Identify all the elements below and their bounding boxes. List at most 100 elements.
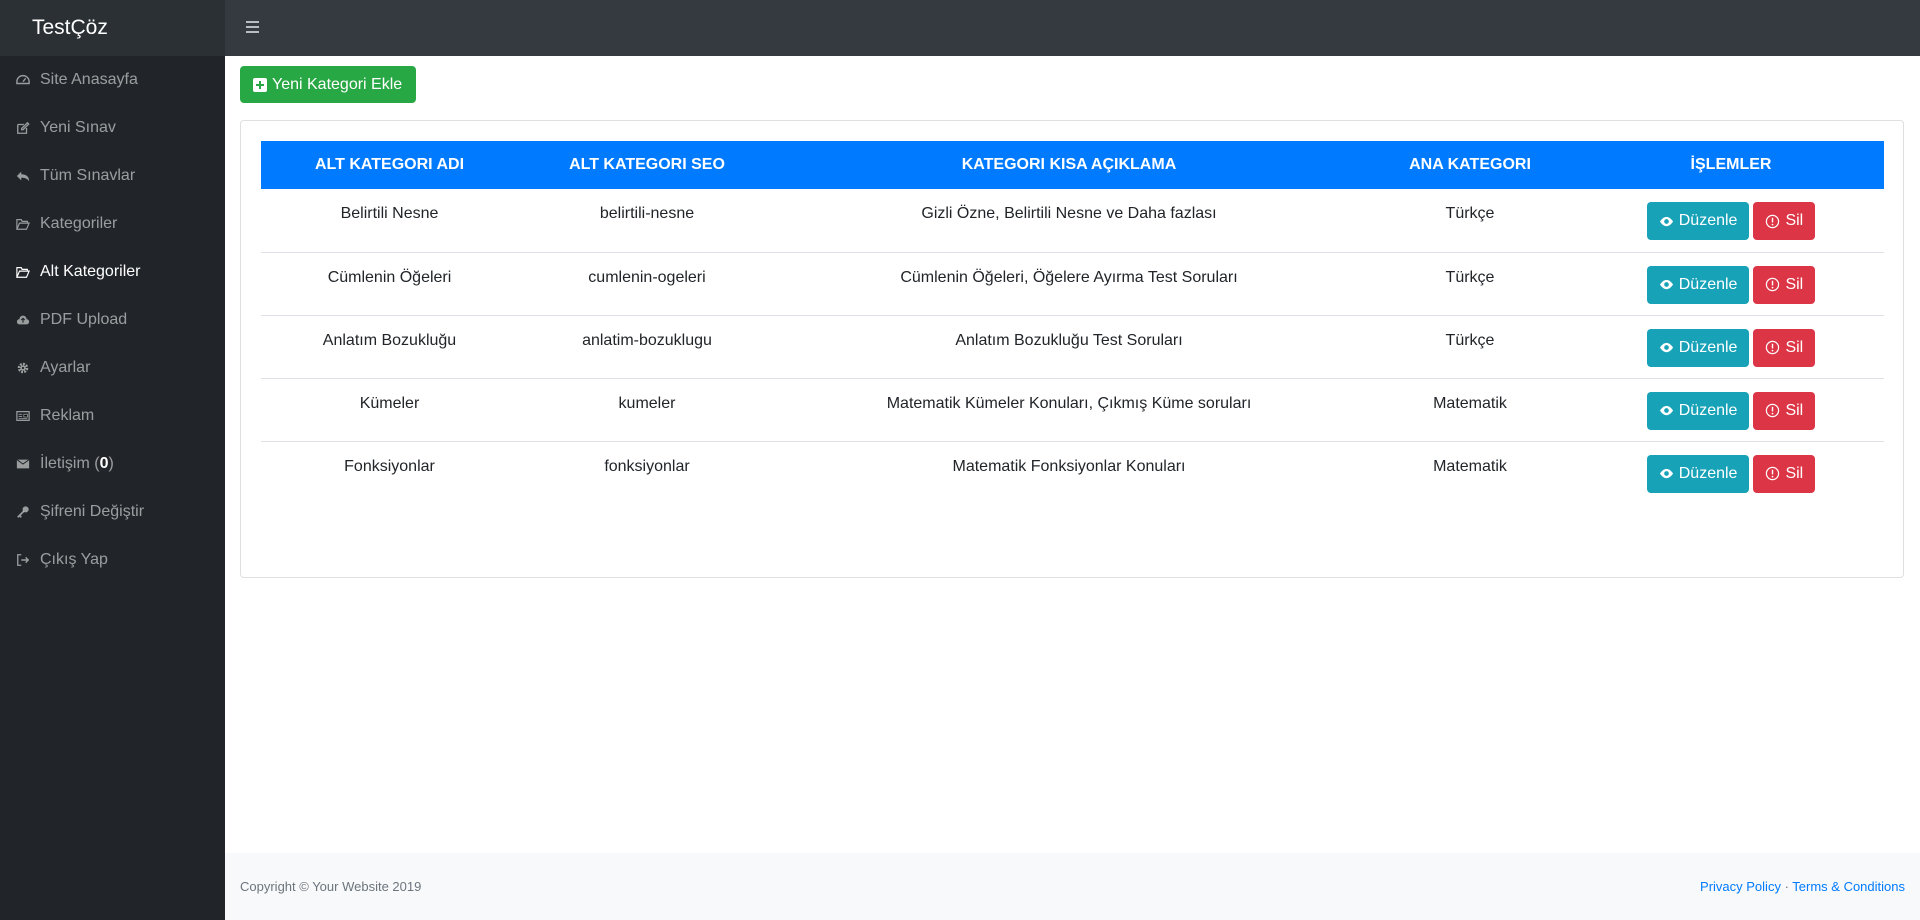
hamburger-icon (246, 21, 259, 23)
key-icon (15, 504, 31, 520)
copyright-text: Copyright © Your Website 2019 (240, 879, 422, 894)
sidebar-item-label: İletişim ( (40, 455, 100, 472)
delete-label: Sil (1785, 338, 1804, 356)
subcategory-table: ALT KATEGORI ADI ALT KATEGORI SEO KATEGO… (261, 141, 1884, 504)
subcategory-name: Cümlenin Öğeleri (327, 268, 452, 286)
delete-label: Sil (1785, 275, 1804, 293)
dashboard-icon (15, 72, 31, 88)
edit-button[interactable]: Düzenle (1646, 328, 1750, 367)
newspaper-icon (15, 408, 31, 424)
row-actions: Düzenle Sil (1578, 252, 1884, 315)
sidebar-item-label: Yeni Sınav (40, 119, 116, 136)
eye-icon (1659, 468, 1673, 479)
subcategory-name: Fonksiyonlar (344, 457, 435, 475)
subcategory-name: Belirtili Nesne (340, 205, 439, 222)
table-row: Fonksiyonlar fonksiyonlar Matematik Fonk… (261, 441, 1884, 504)
delete-button[interactable]: Sil (1753, 328, 1816, 367)
alert-circle-icon (1766, 340, 1780, 355)
column-header: ANA KATEGORI (1409, 156, 1531, 173)
footer-separator: · (1780, 879, 1793, 894)
delete-label: Sil (1785, 464, 1804, 482)
sidebar-item-label: Site Anasayfa (40, 71, 138, 88)
edit-label: Düzenle (1678, 401, 1738, 419)
sidebar-item-cikis-yap[interactable]: Çıkış Yap (0, 536, 225, 584)
main-content: Yeni Kategori Ekle ALT KATEGORI ADI ALT … (225, 56, 1920, 853)
subcategory-seo: belirtili-nesne (599, 205, 695, 222)
edit-button[interactable]: Düzenle (1646, 265, 1750, 304)
delete-button[interactable]: Sil (1753, 265, 1816, 304)
row-actions: Düzenle Sil (1578, 315, 1884, 378)
table-row: Belirtili Nesne belirtili-nesne Gizli Öz… (261, 189, 1884, 252)
privacy-policy-link[interactable]: Privacy Policy (1700, 879, 1781, 894)
edit-label: Düzenle (1678, 212, 1738, 229)
terms-link[interactable]: Terms & Conditions (1792, 879, 1905, 894)
delete-label: Sil (1785, 212, 1804, 229)
row-actions: Düzenle Sil (1578, 441, 1884, 504)
subcategory-seo: cumlenin-ogeleri (588, 268, 706, 286)
sidebar-item-label: Ayarlar (40, 359, 91, 376)
eye-icon (1659, 279, 1673, 290)
edit-label: Düzenle (1678, 464, 1738, 482)
sidebar: Site Anasayfa Yeni Sınav Tüm Sınavlar Ka… (0, 56, 225, 920)
eye-icon (1659, 405, 1673, 416)
sidebar-item-alt-kategoriler[interactable]: Alt Kategoriler (0, 248, 225, 296)
gear-icon (15, 360, 31, 376)
sidebar-item-tum-sinavlar[interactable]: Tüm Sınavlar (0, 152, 225, 200)
column-header: İŞLEMLER (1690, 156, 1772, 173)
sign-out-icon (15, 552, 31, 568)
subcategory-seo: kumeler (618, 394, 676, 412)
edit-button[interactable]: Düzenle (1646, 202, 1750, 240)
subcategory-name: Kümeler (359, 394, 420, 412)
sidebar-item-yeni-sinav[interactable]: Yeni Sınav (0, 104, 225, 152)
parent-category: Matematik (1433, 457, 1507, 475)
sidebar-item-label: Çıkış Yap (40, 551, 108, 568)
sidebar-item-site-anasayfa[interactable]: Site Anasayfa (0, 56, 225, 104)
table-row: Anlatım Bozukluğu anlatim-bozuklugu Anla… (261, 315, 1884, 378)
reply-icon (15, 168, 31, 184)
sidebar-item-pdf-upload[interactable]: PDF Upload (0, 296, 225, 344)
row-actions: Düzenle Sil (1578, 189, 1884, 252)
subcategory-description: Gizli Özne, Belirtili Nesne ve Daha fazl… (921, 205, 1217, 222)
delete-button[interactable]: Sil (1753, 454, 1816, 493)
table-row: Kümeler kumeler Matematik Kümeler Konula… (261, 378, 1884, 441)
sidebar-item-sifreni-degistir[interactable]: Şifreni Değiştir (0, 488, 225, 536)
sidebar-item-label: Reklam (40, 407, 95, 424)
alert-circle-icon (1766, 277, 1780, 292)
column-header: KATEGORI KISA AÇIKLAMA (961, 156, 1177, 173)
envelope-icon (15, 456, 31, 472)
sidebar-item-label-suffix: ) (108, 455, 114, 472)
footer-links: Privacy Policy · Terms & Conditions (1700, 879, 1905, 894)
brand-logo[interactable]: TestÇöz (0, 0, 225, 56)
eye-icon (1659, 342, 1673, 353)
table-header-row: ALT KATEGORI ADI ALT KATEGORI SEO KATEGO… (261, 141, 1884, 189)
category-table-card: ALT KATEGORI ADI ALT KATEGORI SEO KATEGO… (240, 120, 1904, 578)
subcategory-seo: fonksiyonlar (604, 457, 690, 475)
top-navbar: TestÇöz (0, 0, 1920, 56)
sidebar-item-reklam[interactable]: Reklam (0, 392, 225, 440)
subcategory-description: Matematik Fonksiyonlar Konuları (952, 457, 1186, 475)
plus-square-icon (253, 77, 267, 92)
table-row: Cümlenin Öğeleri cumlenin-ogeleri Cümlen… (261, 252, 1884, 315)
edit-icon (15, 120, 31, 136)
sidebar-item-ayarlar[interactable]: Ayarlar (0, 344, 225, 392)
sidebar-item-label: PDF Upload (40, 311, 128, 328)
column-header: ALT KATEGORI SEO (569, 156, 725, 173)
edit-button[interactable]: Düzenle (1646, 454, 1750, 493)
edit-label: Düzenle (1678, 338, 1738, 356)
sidebar-item-iletisim[interactable]: İletişim (0) (0, 440, 225, 488)
edit-label: Düzenle (1678, 275, 1738, 293)
delete-button[interactable]: Sil (1753, 202, 1816, 240)
message-count-badge: 0 (99, 455, 109, 472)
sidebar-item-label: Şifreni Değiştir (40, 503, 145, 520)
delete-button[interactable]: Sil (1753, 391, 1816, 430)
folder-open-icon (15, 264, 31, 280)
sidebar-item-kategoriler[interactable]: Kategoriler (0, 200, 225, 248)
sidebar-toggle-button[interactable] (246, 18, 266, 38)
sidebar-item-label: Alt Kategoriler (40, 263, 141, 280)
eye-icon (1659, 216, 1673, 226)
column-header: ALT KATEGORI ADI (314, 156, 465, 173)
edit-button[interactable]: Düzenle (1646, 391, 1750, 430)
folder-open-icon (15, 216, 31, 232)
add-category-button[interactable]: Yeni Kategori Ekle (240, 66, 417, 103)
row-actions: Düzenle Sil (1578, 378, 1884, 441)
